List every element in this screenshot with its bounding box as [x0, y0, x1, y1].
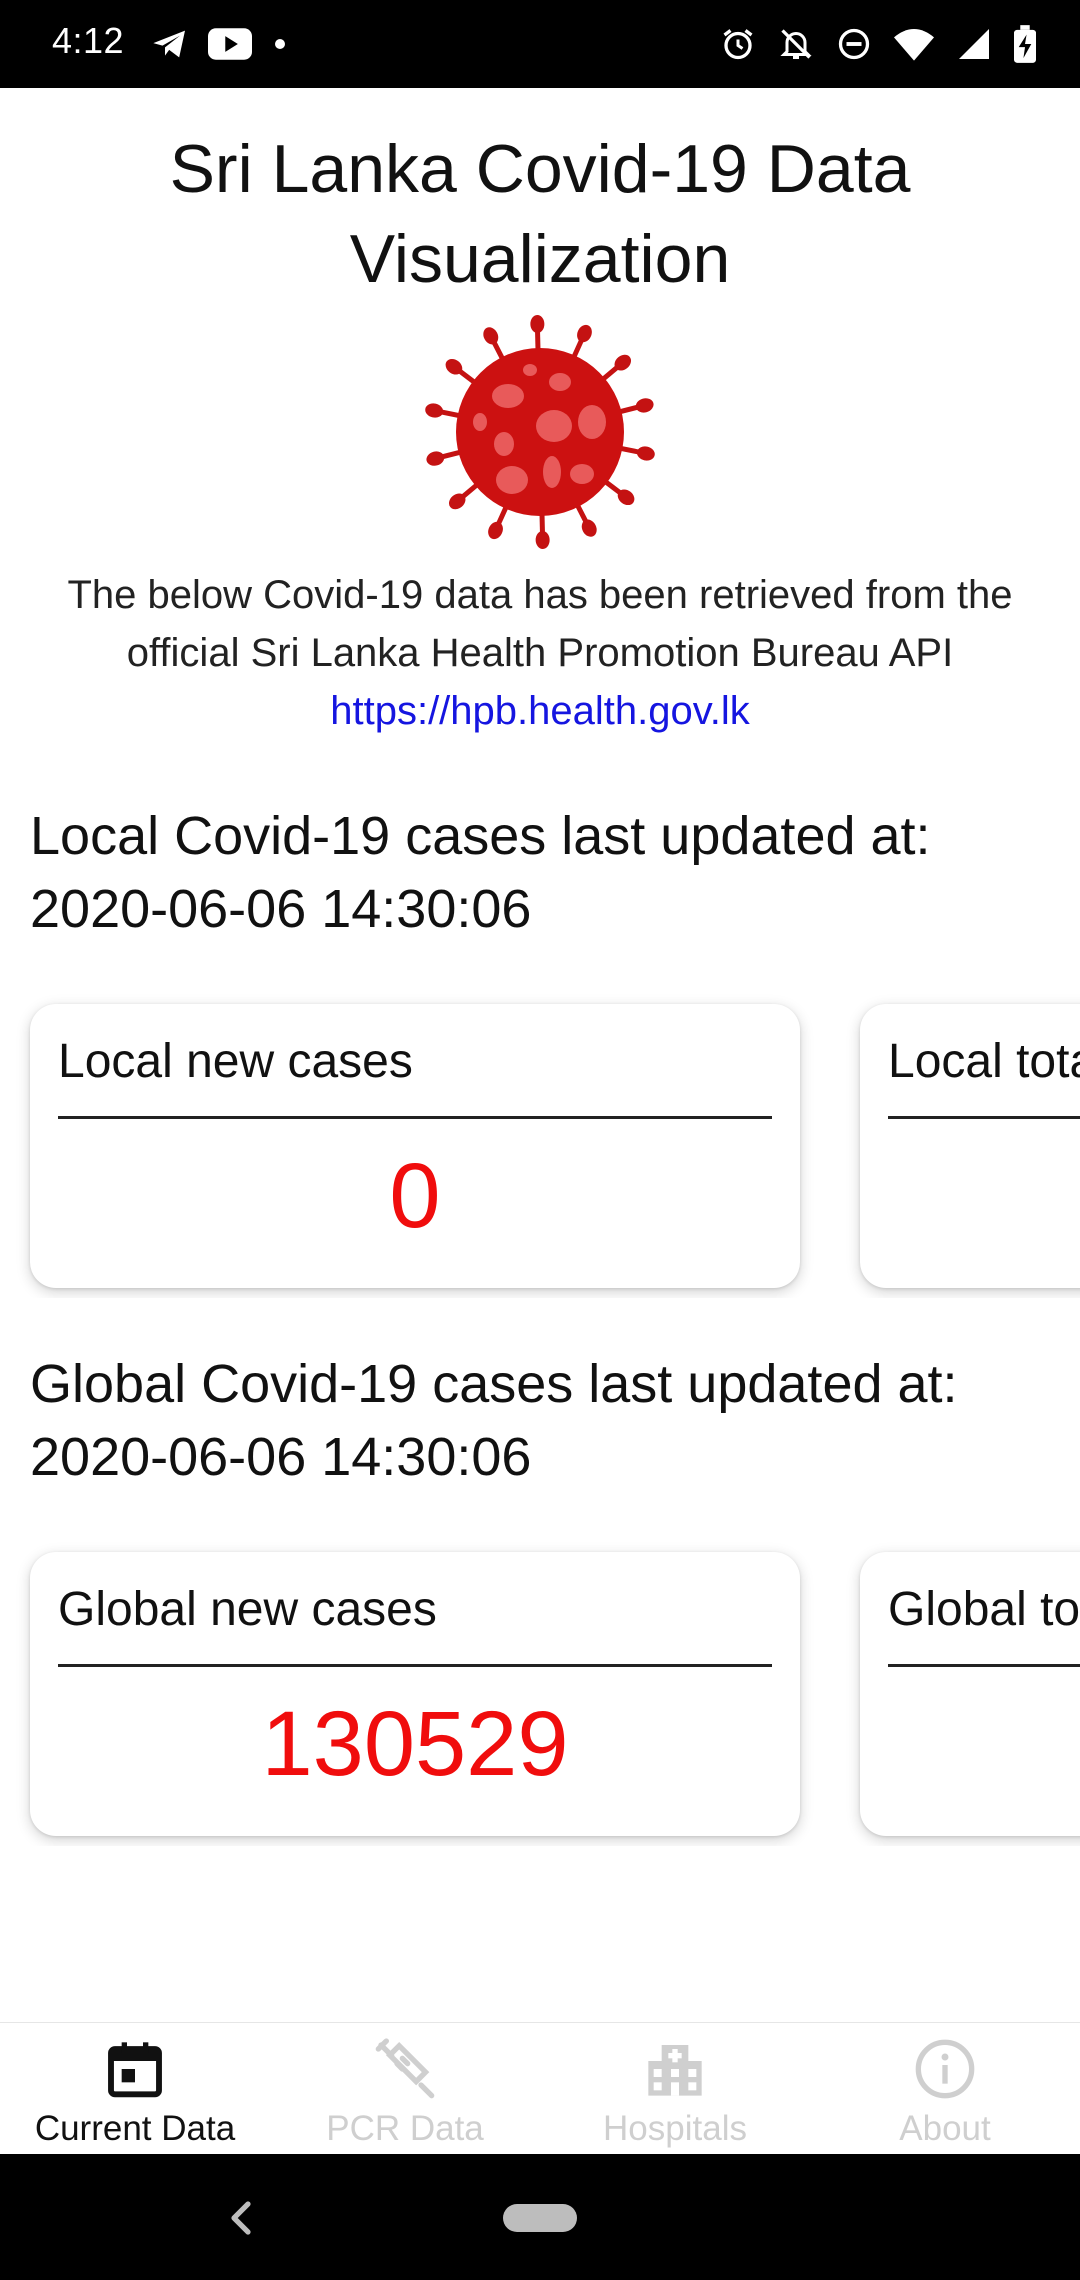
battery-charging-icon — [1014, 25, 1036, 63]
status-bar: 4:12 — [0, 0, 1080, 88]
local-cards-carousel[interactable]: Local new cases 0 Local total cases — [0, 988, 1080, 1298]
global-timestamp: 2020-06-06 14:30:06 — [30, 1427, 532, 1487]
global-section-heading: Global Covid-19 cases last updated at: 2… — [30, 1348, 1060, 1494]
status-system-icons — [720, 22, 1036, 66]
local-section-heading: Local Covid-19 cases last updated at: 20… — [30, 800, 1060, 946]
nav-pcr-data[interactable]: PCR Data — [270, 2023, 540, 2155]
card-label: Local new cases — [58, 1035, 413, 1088]
local-heading-text: Local Covid-19 cases last updated at: — [30, 806, 931, 866]
youtube-icon — [208, 26, 252, 62]
app-screen: 4:12 Sri Lanka Covid-19 Data Visualizati… — [0, 0, 1080, 2280]
local-timestamp: 2020-06-06 14:30:06 — [30, 879, 532, 939]
nav-label: PCR Data — [326, 2109, 484, 2148]
card-divider — [888, 1116, 1080, 1119]
card-divider — [888, 1664, 1080, 1667]
status-time: 4:12 — [52, 20, 125, 61]
local-total-cases-card: Local total cases — [860, 1004, 1080, 1288]
main-content: Sri Lanka Covid-19 Data Visualization Th… — [0, 88, 1080, 2022]
page-title: Sri Lanka Covid-19 Data Visualization — [169, 131, 911, 297]
nav-label: About — [899, 2109, 991, 2148]
hpb-link[interactable]: https://hpb.health.gov.lk — [20, 682, 1060, 740]
back-chevron-icon[interactable] — [228, 2198, 254, 2243]
info-icon — [913, 2037, 977, 2101]
signal-icon — [956, 26, 992, 62]
global-cards-carousel[interactable]: Global new cases 130529 Global total cas… — [0, 1536, 1080, 1846]
card-value: 0 — [389, 1145, 441, 1247]
alarm-icon — [720, 26, 756, 62]
global-total-cases-card: Global total cases 6 — [860, 1552, 1080, 1836]
dot-icon — [270, 34, 290, 54]
nav-label: Current Data — [34, 2109, 236, 2148]
home-pill[interactable] — [503, 2204, 577, 2232]
card-divider — [58, 1116, 772, 1119]
do-not-disturb-icon — [836, 26, 872, 62]
status-notification-icons — [150, 22, 290, 66]
card-label: Global new cases — [58, 1583, 437, 1636]
syringe-icon — [373, 2037, 437, 2101]
card-label: Local total cases — [888, 1035, 1080, 1088]
global-heading-text: Global Covid-19 cases last updated at: — [30, 1354, 958, 1414]
nav-about[interactable]: About — [810, 2023, 1080, 2155]
card-value: 130529 — [261, 1693, 569, 1795]
nav-hospitals[interactable]: Hospitals — [540, 2023, 810, 2155]
calendar-icon — [103, 2037, 167, 2101]
nav-label: Hospitals — [603, 2109, 747, 2148]
coronavirus-icon — [420, 312, 660, 552]
intro-text-block: The below Covid-19 data has been retriev… — [20, 566, 1060, 740]
card-label: Global total cases — [888, 1583, 1080, 1636]
hospital-icon — [643, 2037, 707, 2101]
notifications-off-icon — [778, 26, 814, 62]
nav-current-data[interactable]: Current Data — [0, 2023, 270, 2155]
intro-text: The below Covid-19 data has been retriev… — [67, 573, 1013, 675]
local-new-cases-card: Local new cases 0 — [30, 1004, 800, 1288]
telegram-icon — [150, 24, 190, 64]
bottom-navigation: Current Data PCR Data Hospitals About — [0, 2022, 1080, 2154]
card-value: 6 — [860, 1684, 1080, 1804]
wifi-icon — [894, 26, 934, 62]
system-navigation-bar — [0, 2154, 1080, 2280]
card-divider — [58, 1664, 772, 1667]
global-new-cases-card: Global new cases 130529 — [30, 1552, 800, 1836]
